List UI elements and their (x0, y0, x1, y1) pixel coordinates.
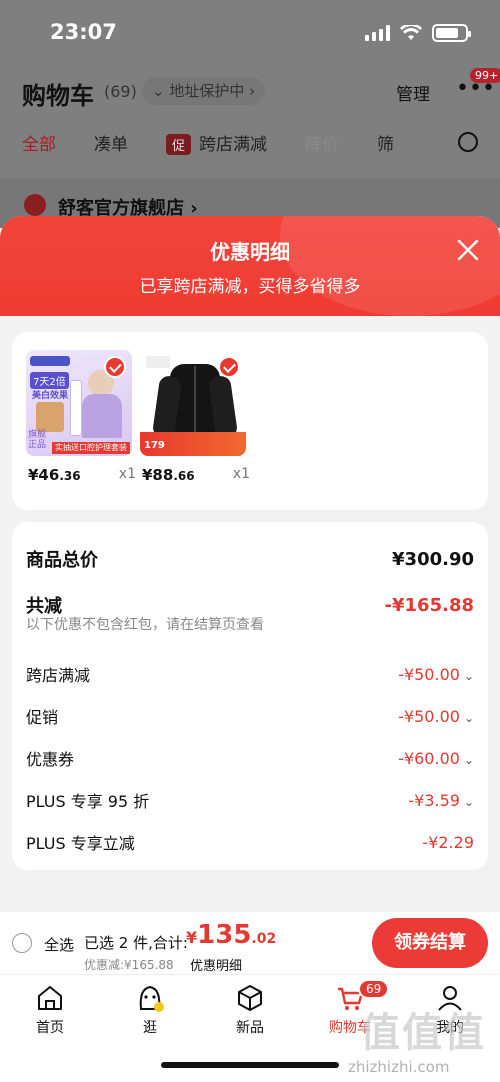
discount-row[interactable]: 促销 -¥50.00 ⌄ (26, 704, 474, 728)
search-icon[interactable] (458, 132, 478, 152)
home-indicator (161, 1062, 339, 1068)
price-breakdown: 商品总价 ¥300.90 共减 -¥165.88 以下优惠不包含红包，请在结算页… (12, 522, 488, 870)
discount-row[interactable]: 优惠券 -¥60.00 ⌄ (26, 746, 474, 770)
total-price-row: 商品总价 ¥300.90 (26, 546, 474, 572)
filter-tab-label: 降价 (305, 135, 340, 155)
sheet-subtitle: 已享跨店满减，买得多省得多 (139, 277, 361, 297)
selected-count: 已选 2 件,合计: (84, 934, 188, 952)
filter-tab[interactable]: 促跨店满减 (166, 130, 267, 155)
chevron-down-icon: ⌄ (152, 82, 170, 100)
discount-label: PLUS 专享 95 折 (26, 792, 150, 811)
promo-banner: 实抽送口腔护理套装 (52, 442, 130, 454)
sheet-title: 优惠明细 (210, 240, 290, 264)
total-price-label: 商品总价 (26, 550, 98, 571)
discount-row: PLUS 专享立减 -¥2.29 (26, 830, 474, 854)
reduction-note: 以下优惠不包含红包，请在结算页查看 (26, 617, 264, 633)
discount-label: 跨店满减 (26, 666, 91, 685)
cart-count: (69) (104, 82, 137, 101)
filter-tab[interactable]: 全部 (22, 130, 56, 155)
discount-value: -¥50.00 (398, 706, 460, 726)
tab-new[interactable]: 新品 (210, 983, 290, 1037)
wifi-icon (400, 25, 422, 40)
discount-value: -¥50.00 (398, 664, 460, 684)
close-icon[interactable] (456, 238, 480, 262)
status-icons (365, 24, 471, 42)
chevron-down-icon: ⌄ (463, 668, 474, 683)
filter-tab-label: 筛 (377, 135, 395, 155)
product-item[interactable]: 7天2倍 美白效果 旗舰正品 实抽送口腔护理套装 ¥46.36 x1 (26, 350, 136, 484)
product-checkbox[interactable] (218, 356, 240, 378)
store-checkbox[interactable] (24, 194, 46, 216)
promo-tag: 促 (166, 134, 192, 155)
more-badge: 99+ (470, 68, 500, 83)
watermark-logo: 值值值 (360, 1010, 486, 1056)
saved-amount: 优惠减:¥165.88 (84, 958, 174, 972)
chevron-down-icon: ⌄ (463, 794, 474, 809)
filter-tab-label: 全部 (22, 135, 56, 155)
filter-tabs: 全部 凑单 促跨店满减 降价 筛 (22, 130, 432, 155)
chevron-down-icon: ⌄ (463, 710, 474, 725)
product-list: 7天2倍 美白效果 旗舰正品 实抽送口腔护理套装 ¥46.36 x1 179 ¥… (12, 332, 488, 510)
checkout-button[interactable]: 领券结算 (372, 918, 488, 968)
product-quantity: x1 (232, 466, 250, 482)
filter-tab[interactable]: 凑单 (94, 130, 128, 155)
box-icon (238, 985, 262, 1011)
discount-detail-link[interactable]: 优惠明细 (190, 955, 242, 974)
select-all-label[interactable]: 全选 (44, 934, 74, 955)
sheet-header: 优惠明细 已享跨店满减，买得多省得多 (0, 216, 500, 316)
select-all-radio[interactable] (12, 933, 32, 953)
total-amount: ¥135.02 (186, 920, 277, 950)
product-item[interactable]: 179 ¥88.66 x1 (140, 350, 250, 484)
product-quantity: x1 (118, 466, 136, 482)
discount-row[interactable]: PLUS 专享 95 折 -¥3.59 ⌄ (26, 788, 474, 812)
tab-explore[interactable]: 逛 (110, 983, 190, 1037)
discount-value: -¥2.29 (422, 832, 474, 852)
discount-value: -¥60.00 (398, 748, 460, 768)
product-price: ¥46.36 (28, 466, 81, 484)
cart-badge: 69 (358, 979, 390, 999)
watermark-url: zhizhizhi.com (348, 1058, 450, 1076)
promo-label: 美白效果 (32, 391, 69, 401)
filter-tab-label: 跨店满减 (199, 135, 268, 155)
promo-label: 7天2倍 (30, 372, 69, 389)
discount-label: 促销 (26, 708, 59, 727)
total-price-value: ¥300.90 (392, 548, 474, 570)
status-time: 23:07 (50, 20, 117, 44)
promo-label: 旗舰正品 (28, 430, 47, 450)
product-image[interactable]: 179 (140, 350, 246, 456)
discount-label: 优惠券 (26, 750, 75, 769)
chevron-down-icon: ⌄ (463, 752, 474, 767)
signal-icon (365, 25, 390, 41)
discount-detail-sheet: 优惠明细 已享跨店满减，买得多省得多 7天2倍 美白效果 旗舰正品 实抽送口腔护… (0, 216, 500, 916)
filter-tab[interactable]: 降价 (305, 130, 339, 155)
discount-value: -¥3.59 (408, 790, 460, 810)
filter-tab[interactable]: 筛 (377, 130, 394, 155)
explore-icon (139, 985, 164, 1012)
manage-button[interactable]: 管理 (396, 80, 430, 105)
promo-price-label: 179 (144, 440, 165, 451)
chevron-right-icon: › (244, 82, 256, 100)
battery-icon (432, 24, 471, 42)
product-image[interactable]: 7天2倍 美白效果 旗舰正品 实抽送口腔护理套装 (26, 350, 132, 456)
product-price: ¥88.66 (142, 466, 195, 484)
address-protection-chip[interactable]: ⌄ 地址保护中 › (142, 77, 266, 105)
discount-label: PLUS 专享立减 (26, 834, 135, 853)
tab-home[interactable]: 首页 (10, 983, 90, 1037)
home-icon (38, 986, 62, 1010)
total-reduction-value: -¥165.88 (384, 594, 474, 616)
cart-title: 购物车 (22, 82, 94, 110)
cart-page-background: 购物车 (69) ⌄ 地址保护中 › 管理 ••• 99+ 全部 凑单促跨店满减降… (0, 68, 500, 228)
filter-tab-label: 凑单 (94, 135, 128, 155)
status-bar: 23:07 (0, 0, 500, 68)
product-checkbox[interactable] (104, 356, 126, 378)
discount-row[interactable]: 跨店满减 -¥50.00 ⌄ (26, 662, 474, 686)
checkout-bar: 全选 已选 2 件,合计: ¥135.02 优惠减:¥165.88 优惠明细 领… (0, 912, 500, 974)
